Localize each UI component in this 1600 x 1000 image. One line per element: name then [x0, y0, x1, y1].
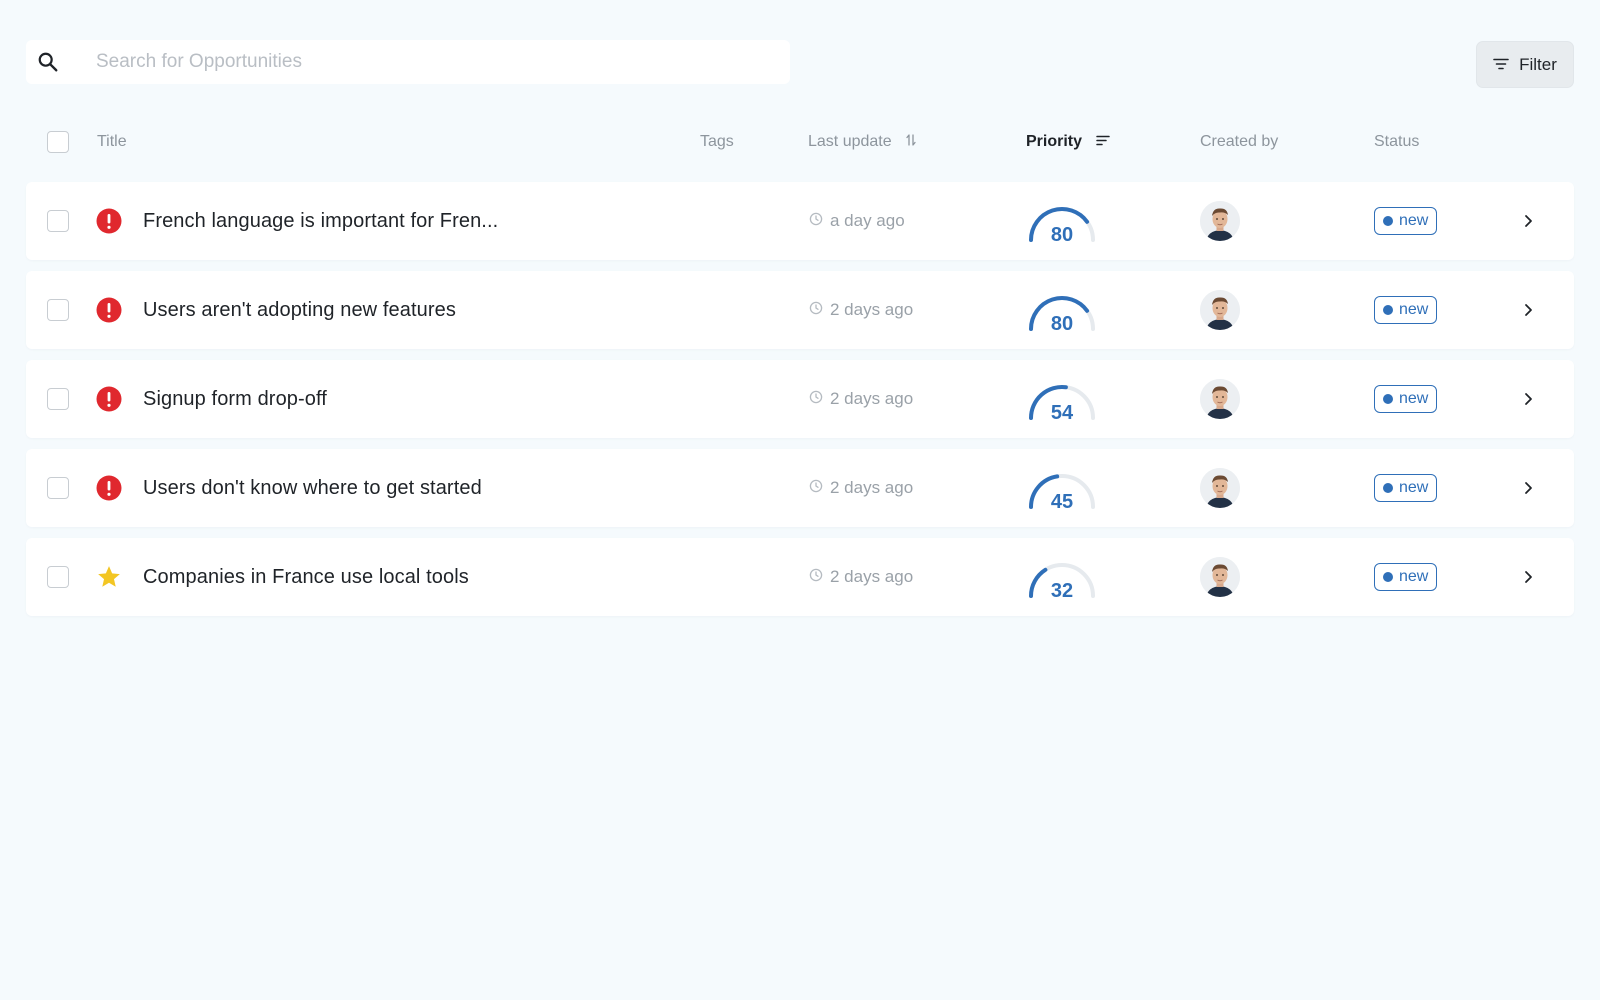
column-header-last-update[interactable]: Last update [808, 120, 916, 164]
status-badge: new [1374, 563, 1438, 591]
status-badge-label: new [1399, 301, 1429, 318]
status-badge-label: new [1399, 568, 1429, 585]
status-dot-icon [1383, 572, 1393, 582]
chevron-right-icon[interactable] [1522, 538, 1534, 616]
search-icon[interactable] [26, 51, 70, 73]
table-row[interactable]: Users aren't adopting new features 2 day… [26, 271, 1574, 349]
row-last-update-text: 2 days ago [830, 389, 914, 408]
avatar[interactable] [1200, 468, 1240, 508]
column-header-priority-label: Priority [1026, 133, 1083, 150]
avatar[interactable] [1200, 557, 1240, 597]
opportunities-list: French language is important for Fren...… [26, 182, 1574, 627]
column-header-last-update-label: Last update [808, 133, 892, 150]
clock-icon [809, 300, 823, 320]
column-header-created-by[interactable]: Created by [1200, 120, 1278, 164]
column-header-tags[interactable]: Tags [700, 120, 734, 164]
sort-arrows-icon[interactable] [905, 133, 916, 152]
row-title[interactable]: Users aren't adopting new features [143, 271, 456, 349]
row-last-update: 2 days ago [809, 538, 913, 616]
table-row[interactable]: Users don't know where to get started 2 … [26, 449, 1574, 527]
alert-icon [96, 182, 122, 260]
filter-icon [1493, 55, 1509, 75]
sort-descending-icon[interactable] [1096, 133, 1110, 151]
row-title[interactable]: Companies in France use local tools [143, 538, 469, 616]
chevron-right-icon[interactable] [1522, 182, 1534, 260]
priority-arc [1029, 567, 1048, 598]
row-checkbox[interactable] [47, 388, 69, 410]
status-dot-icon [1383, 305, 1393, 315]
row-checkbox[interactable] [47, 210, 69, 232]
column-header-title[interactable]: Title [97, 120, 127, 164]
table-row[interactable]: Companies in France use local tools 2 da… [26, 538, 1574, 616]
alert-icon [96, 449, 122, 527]
priority-value: 45 [1051, 491, 1073, 511]
status-badge: new [1374, 385, 1438, 413]
clock-icon [809, 567, 823, 587]
column-header-priority[interactable]: Priority [1026, 120, 1110, 164]
chevron-right-icon[interactable] [1522, 449, 1534, 527]
row-last-update-text: 2 days ago [830, 300, 914, 319]
search-input[interactable] [70, 40, 790, 84]
alert-icon [96, 271, 122, 349]
column-header-status[interactable]: Status [1374, 120, 1419, 164]
row-checkbox[interactable] [47, 299, 69, 321]
row-last-update-text: a day ago [830, 211, 905, 230]
priority-gauge: 32 [1022, 538, 1102, 616]
row-last-update-text: 2 days ago [830, 567, 914, 586]
avatar[interactable] [1200, 201, 1240, 241]
row-checkbox[interactable] [47, 566, 69, 588]
star-icon [96, 538, 122, 616]
priority-value: 80 [1051, 313, 1073, 333]
row-last-update: 2 days ago [809, 360, 913, 438]
row-title[interactable]: French language is important for Fren... [143, 182, 498, 260]
row-checkbox[interactable] [47, 477, 69, 499]
priority-gauge: 45 [1022, 449, 1102, 527]
filter-label: Filter [1519, 54, 1557, 74]
status-dot-icon [1383, 394, 1393, 404]
priority-value: 32 [1051, 580, 1073, 600]
status-badge-label: new [1399, 390, 1429, 407]
clock-icon [809, 389, 823, 409]
table-row[interactable]: French language is important for Fren...… [26, 182, 1574, 260]
status-badge-label: new [1399, 212, 1429, 229]
chevron-right-icon[interactable] [1522, 271, 1534, 349]
status-badge: new [1374, 296, 1438, 324]
avatar[interactable] [1200, 290, 1240, 330]
opportunities-page: Filter Title Tags Last update Priority [0, 0, 1600, 1000]
row-title[interactable]: Signup form drop-off [143, 360, 327, 438]
status-badge: new [1374, 207, 1438, 235]
clock-icon [809, 211, 823, 231]
clock-icon [809, 478, 823, 498]
status-dot-icon [1383, 216, 1393, 226]
row-last-update: 2 days ago [809, 271, 913, 349]
status-badge: new [1374, 474, 1438, 502]
priority-gauge: 54 [1022, 360, 1102, 438]
status-dot-icon [1383, 483, 1393, 493]
alert-icon [96, 360, 122, 438]
chevron-right-icon[interactable] [1522, 360, 1534, 438]
filter-button[interactable]: Filter [1476, 41, 1574, 88]
status-badge-label: new [1399, 479, 1429, 496]
priority-gauge: 80 [1022, 271, 1102, 349]
priority-gauge: 80 [1022, 182, 1102, 260]
priority-value: 54 [1051, 402, 1074, 422]
search-bar [26, 40, 790, 84]
table-row[interactable]: Signup form drop-off 2 days ago 54 new [26, 360, 1574, 438]
row-last-update: 2 days ago [809, 449, 913, 527]
priority-value: 80 [1051, 224, 1073, 244]
select-all-checkbox[interactable] [47, 131, 69, 153]
row-last-update: a day ago [809, 182, 905, 260]
table-header: Title Tags Last update Priority Created … [26, 120, 1574, 164]
avatar[interactable] [1200, 379, 1240, 419]
row-title[interactable]: Users don't know where to get started [143, 449, 482, 527]
row-last-update-text: 2 days ago [830, 478, 914, 497]
